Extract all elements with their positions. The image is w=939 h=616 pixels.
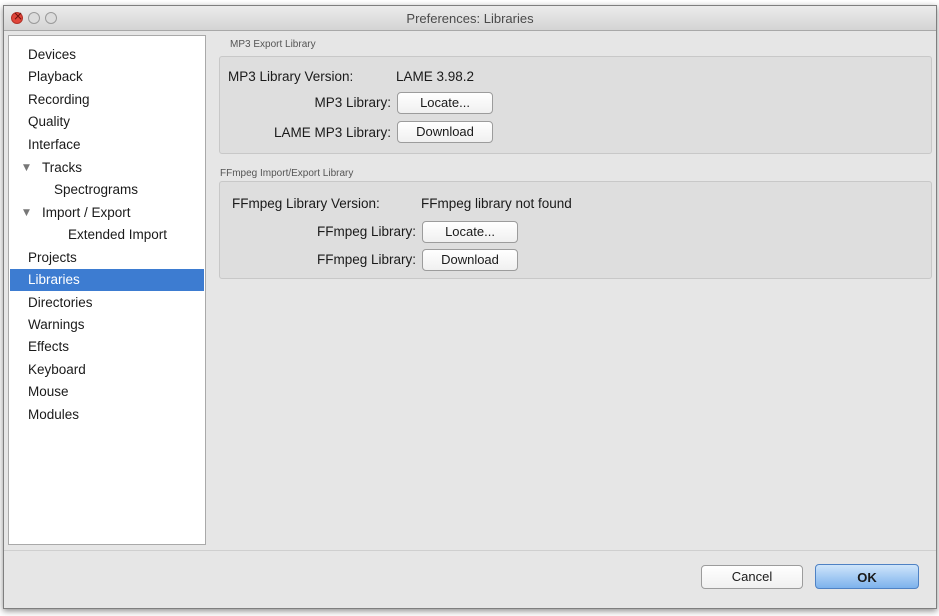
sidebar-item-label: Import / Export — [42, 205, 131, 220]
ffmpeg-library-label: FFmpeg Library: — [316, 224, 416, 239]
sidebar-item-extended-import[interactable]: Extended Import — [10, 224, 204, 246]
sidebar-item-label: Warnings — [28, 317, 85, 332]
title-bar[interactable]: Preferences: Libraries — [4, 6, 936, 31]
ffmpeg-version-label: FFmpeg Library Version: — [232, 196, 380, 211]
ffmpeg-download-label: FFmpeg Library: — [316, 252, 416, 267]
sidebar-item-modules[interactable]: Modules — [10, 404, 204, 426]
cancel-button[interactable]: Cancel — [701, 565, 803, 589]
sidebar-item-label: Tracks — [42, 160, 82, 175]
sidebar-item-playback[interactable]: Playback — [10, 66, 204, 88]
ffmpeg-version-value: FFmpeg library not found — [421, 196, 572, 211]
sidebar-item-import-export[interactable]: ▼ Import / Export — [10, 202, 204, 224]
disclosure-triangle-icon[interactable]: ▼ — [23, 157, 30, 179]
preferences-sidebar: Devices Playback Recording Quality Inter… — [8, 35, 206, 545]
mp3-version-value: LAME 3.98.2 — [396, 69, 475, 84]
window-title: Preferences: Libraries — [406, 11, 534, 26]
mp3-locate-button[interactable]: Locate... — [397, 92, 493, 114]
mp3-library-group: MP3 Library Version: LAME 3.98.2 MP3 Lib… — [219, 56, 932, 154]
sidebar-item-label: Effects — [28, 339, 70, 354]
lame-download-button[interactable]: Download — [397, 121, 493, 143]
sidebar-item-spectrograms[interactable]: Spectrograms — [10, 179, 204, 201]
sidebar-item-directories[interactable]: Directories — [10, 292, 204, 314]
sidebar-item-label: Modules — [28, 407, 80, 422]
sidebar-item-label: Recording — [28, 92, 90, 107]
sidebar-item-warnings[interactable]: Warnings — [10, 314, 204, 336]
sidebar-item-effects[interactable]: Effects — [10, 336, 204, 358]
sidebar-item-label: Quality — [28, 114, 71, 129]
ffmpeg-locate-button[interactable]: Locate... — [422, 221, 518, 243]
ffmpeg-download-button[interactable]: Download — [422, 249, 518, 271]
mp3-version-label: MP3 Library Version: — [228, 69, 354, 84]
sidebar-item-label: Libraries — [28, 272, 80, 287]
ffmpeg-library-group: FFmpeg Library Version: FFmpeg library n… — [219, 181, 932, 279]
sidebar-item-label: Keyboard — [28, 362, 86, 377]
sidebar-item-label: Playback — [28, 69, 83, 84]
footer-divider — [4, 550, 936, 551]
sidebar-item-label: Interface — [28, 137, 81, 152]
sidebar-item-devices[interactable]: Devices — [10, 44, 204, 66]
mp3-group-title: MP3 Export Library — [230, 39, 316, 50]
mp3-library-label: MP3 Library: — [314, 95, 391, 110]
sidebar-item-libraries[interactable]: Libraries — [10, 269, 204, 291]
ffmpeg-group-title: FFmpeg Import/Export Library — [220, 168, 354, 179]
sidebar-item-label: Devices — [28, 47, 77, 62]
ok-button[interactable]: OK — [815, 564, 919, 589]
preferences-window: Preferences: Libraries Devices Playback … — [3, 5, 937, 609]
sidebar-item-label: Extended Import — [68, 227, 168, 242]
disclosure-triangle-icon[interactable]: ▼ — [23, 202, 30, 224]
sidebar-item-label: Directories — [28, 295, 93, 310]
sidebar-item-mouse[interactable]: Mouse — [10, 381, 204, 403]
sidebar-item-label: Projects — [28, 250, 77, 265]
sidebar-item-tracks[interactable]: ▼ Tracks — [10, 157, 204, 179]
sidebar-item-projects[interactable]: Projects — [10, 247, 204, 269]
sidebar-item-quality[interactable]: Quality — [10, 111, 204, 133]
lame-library-label: LAME MP3 Library: — [273, 125, 391, 140]
sidebar-item-label: Mouse — [28, 384, 69, 399]
sidebar-item-label: Spectrograms — [54, 182, 139, 197]
sidebar-item-interface[interactable]: Interface — [10, 134, 204, 156]
sidebar-item-recording[interactable]: Recording — [10, 89, 204, 111]
sidebar-item-keyboard[interactable]: Keyboard — [10, 359, 204, 381]
